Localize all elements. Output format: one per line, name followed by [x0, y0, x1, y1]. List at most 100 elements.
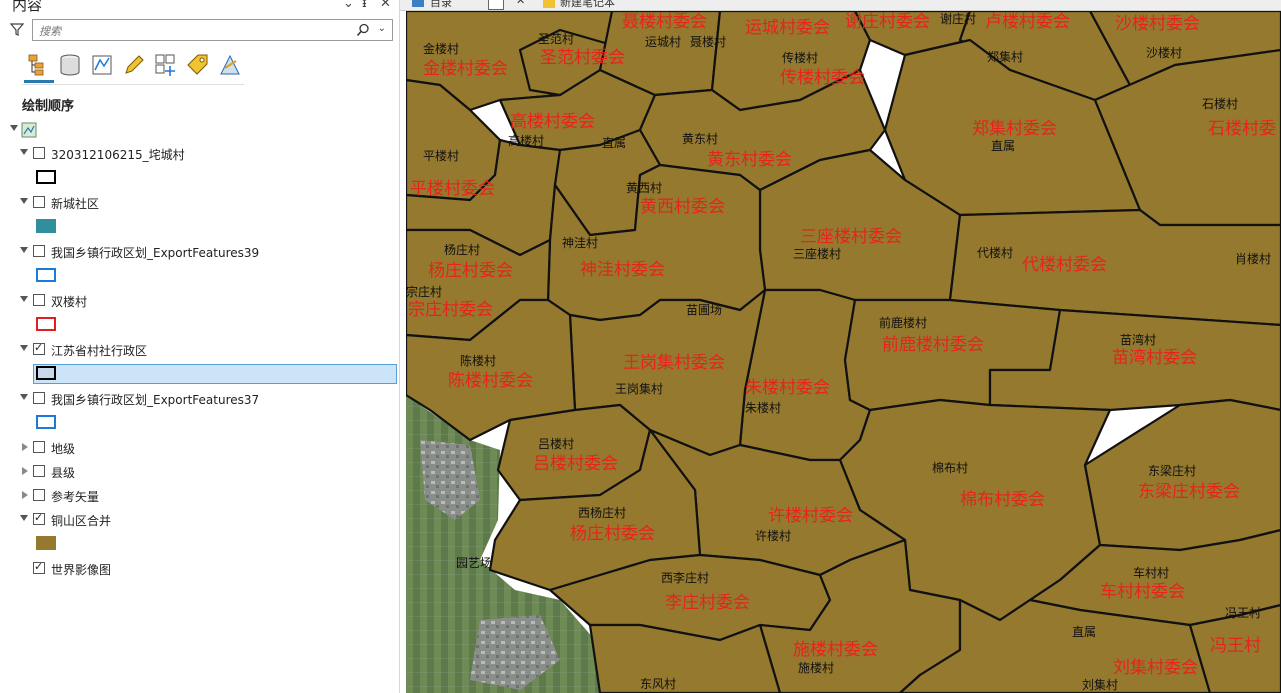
close-icon[interactable]: ✕ — [516, 0, 525, 7]
layer-row[interactable]: 我国乡镇行政区划_ExportFeatures39 — [0, 242, 399, 262]
layer-row[interactable]: 世界影像图 — [0, 559, 399, 579]
village-name-label: 高楼村 — [508, 133, 544, 148]
village-name-label: 黄西村 — [626, 181, 662, 195]
list-by-selection-icon[interactable] — [89, 52, 115, 78]
collapse-icon[interactable] — [20, 296, 28, 302]
layer-row[interactable]: 县级 — [0, 462, 399, 482]
village-name-label: 肖楼村 — [1235, 251, 1271, 266]
collapse-icon[interactable] — [20, 149, 28, 155]
layer-symbol-swatch[interactable] — [36, 268, 56, 282]
layer-visibility-checkbox[interactable] — [33, 196, 45, 208]
layer-label[interactable]: 参考矢量 — [51, 488, 99, 505]
village-committee-label: 郑集村委会 — [972, 119, 1057, 139]
pin-icon[interactable]: ᵻ — [362, 0, 367, 11]
collapse-icon[interactable] — [20, 345, 28, 351]
village-committee-label: 东梁庄村委会 — [1138, 482, 1240, 502]
list-by-editing-icon[interactable] — [121, 52, 147, 78]
layer-label[interactable]: 我国乡镇行政区划_ExportFeatures39 — [51, 244, 259, 261]
list-by-perspective-icon[interactable] — [217, 52, 243, 78]
village-committee-label: 苗湾村委会 — [1112, 348, 1197, 368]
layer-row[interactable]: 江苏省村社行政区 — [0, 340, 399, 360]
search-input[interactable] — [37, 22, 341, 40]
layer-label[interactable]: 我国乡镇行政区划_ExportFeatures37 — [51, 391, 259, 408]
layer-label[interactable]: 县级 — [51, 464, 75, 481]
layer-symbol-swatch[interactable] — [36, 317, 56, 331]
village-name-label: 代楼村 — [977, 245, 1013, 260]
filter-icon[interactable] — [9, 22, 25, 39]
layer-label[interactable]: 地级 — [51, 440, 75, 457]
layer-row[interactable]: 新城社区 — [0, 193, 399, 213]
village-name-label: 东风村 — [640, 677, 676, 691]
village-committee-label: 陈楼村委会 — [448, 371, 533, 391]
expand-icon[interactable] — [10, 125, 18, 131]
layer-visibility-checkbox[interactable] — [33, 511, 45, 525]
collapse-icon[interactable] — [20, 198, 28, 204]
layer-row[interactable]: 我国乡镇行政区划_ExportFeatures37 — [0, 389, 399, 409]
collapse-icon[interactable] — [20, 247, 28, 253]
layer-visibility-checkbox[interactable] — [33, 245, 45, 257]
layer-row[interactable]: 参考矢量 — [0, 486, 399, 506]
map-canvas[interactable]: 聂楼村委会 运城村委会 谢庄村委会 卢楼村委会 沙楼村委会金楼村委会 圣范村委会传楼村委会… — [406, 11, 1281, 693]
selected-row-highlight — [33, 364, 397, 384]
layer-visibility-checkbox[interactable] — [33, 341, 45, 355]
village-name-label: 三座楼村 — [793, 246, 841, 261]
expand-icon[interactable] — [22, 443, 28, 451]
section-title: 绘制顺序 — [22, 99, 75, 114]
layer-symbol-swatch[interactable] — [36, 170, 56, 184]
search-box: ⌄ — [32, 19, 393, 41]
expand-icon[interactable] — [22, 491, 28, 499]
list-by-snapping-icon[interactable] — [153, 52, 179, 78]
layer-visibility-checkbox[interactable] — [33, 441, 45, 453]
list-by-drawing-order-icon[interactable] — [26, 52, 52, 78]
village-name-label: 金楼村 — [423, 41, 459, 56]
expand-icon[interactable] — [22, 467, 28, 475]
layer-label[interactable]: 新城社区 — [51, 195, 99, 212]
layer-label[interactable]: 世界影像图 — [51, 561, 111, 578]
layer-label[interactable]: 江苏省村社行政区 — [51, 342, 147, 359]
village-committee-label: 运城村委会 — [745, 18, 830, 38]
layer-row[interactable]: 双楼村 — [0, 291, 399, 311]
village-polygon[interactable] — [588, 623, 782, 693]
layer-visibility-checkbox[interactable] — [33, 392, 45, 404]
village-committee-label: 吕楼村委会 — [533, 454, 618, 474]
list-by-labeling-icon[interactable] — [185, 52, 211, 78]
map-root-row[interactable] — [0, 120, 399, 140]
pane-options-icon[interactable]: ⌄ — [343, 0, 354, 11]
village-committee-label: 杨庄村委会 — [570, 524, 655, 544]
chevron-down-icon[interactable]: ⌄ — [378, 23, 386, 34]
close-icon[interactable]: ✕ — [380, 0, 391, 11]
village-name-label: 许楼村 — [755, 528, 791, 543]
layer-symbol-swatch[interactable] — [36, 219, 56, 233]
village-name-label: 朱楼村 — [745, 400, 781, 415]
tab-notebook[interactable]: 新建笔记本 — [560, 0, 615, 10]
list-by-source-icon[interactable] — [57, 52, 83, 78]
layer-visibility-checkbox[interactable] — [33, 489, 45, 501]
layer-label[interactable]: 320312106215_垞城村 — [51, 146, 185, 163]
layer-label[interactable]: 铜山区合并 — [51, 512, 111, 529]
collapse-icon[interactable] — [20, 394, 28, 400]
village-name-label: 沙楼村 — [1146, 45, 1182, 60]
village-committee-label: 许楼村委会 — [768, 506, 853, 526]
tab-catalog[interactable]: 目录 — [430, 0, 452, 10]
search-icon[interactable] — [356, 23, 370, 40]
layer-symbol-swatch[interactable] — [36, 366, 56, 380]
layer-visibility-checkbox[interactable] — [33, 560, 45, 574]
village-committee-label: 石楼村委 — [1208, 119, 1276, 139]
village-committee-label: 杨庄村委会 — [428, 261, 513, 281]
layer-visibility-checkbox[interactable] — [33, 465, 45, 477]
map-tab-icon[interactable] — [488, 0, 504, 10]
layer-label[interactable]: 双楼村 — [51, 293, 87, 310]
layer-row[interactable]: 地级 — [0, 438, 399, 458]
layer-symbol-swatch[interactable] — [36, 536, 56, 550]
layer-visibility-checkbox[interactable] — [33, 294, 45, 306]
village-committee-label: 朱楼村委会 — [745, 378, 830, 398]
layer-row[interactable]: 320312106215_垞城村 — [0, 144, 399, 164]
layer-visibility-checkbox[interactable] — [33, 147, 45, 159]
village-name-label: 施楼村 — [798, 660, 834, 675]
village-committee-label: 高楼村委会 — [510, 112, 595, 132]
village-name-label: 聂楼村 — [690, 34, 726, 49]
village-committee-label: 棉布村委会 — [960, 490, 1045, 510]
collapse-icon[interactable] — [20, 515, 28, 521]
layer-row[interactable]: 铜山区合并 — [0, 510, 399, 530]
layer-symbol-swatch[interactable] — [36, 415, 56, 429]
